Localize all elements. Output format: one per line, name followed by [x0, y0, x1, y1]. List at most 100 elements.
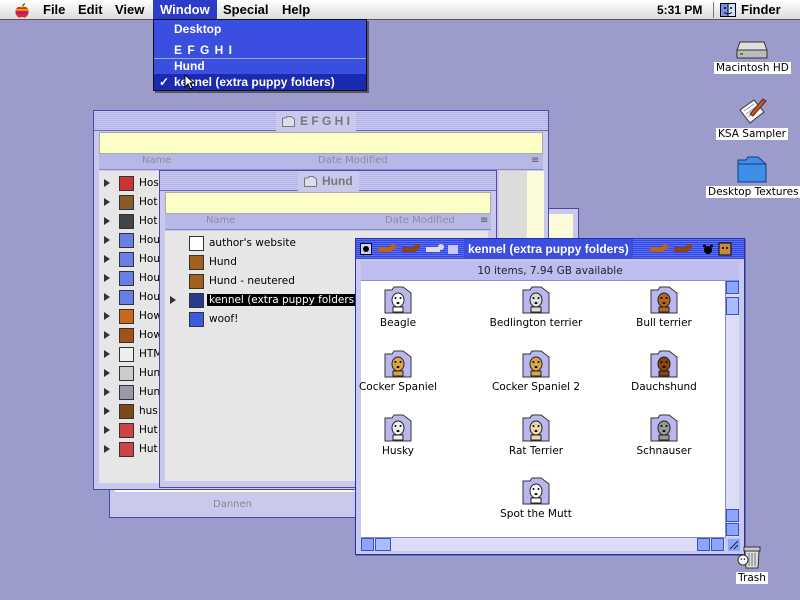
list-item[interactable]: Hou — [99, 250, 159, 269]
folder-item-label: Bedlington terrier — [489, 317, 583, 329]
list-item[interactable]: How — [99, 307, 159, 326]
disclosure-triangle-icon[interactable] — [104, 198, 110, 206]
list-item[interactable]: Hou — [99, 288, 159, 307]
disclosure-triangle-icon[interactable] — [104, 369, 110, 377]
menu-item-efghi[interactable]: E F G H I — [154, 42, 366, 58]
finder-app-icon[interactable] — [720, 3, 736, 17]
column-options-icon[interactable]: ≡ — [480, 215, 488, 226]
disclosure-triangle-icon[interactable] — [104, 312, 110, 320]
list-item[interactable]: How — [99, 326, 159, 345]
folder-item-label: Dauchshund — [631, 381, 697, 393]
vertical-scrollbar[interactable] — [725, 281, 739, 537]
list-item-label: author's website — [209, 237, 296, 249]
disclosure-triangle-icon[interactable] — [104, 255, 110, 263]
desktop-icon-macintosh-hd[interactable]: Macintosh HD — [714, 40, 791, 74]
window-kennel[interactable]: kennel (extra puppy folders) 10 items, 7… — [355, 238, 745, 555]
dog-folder-icon — [384, 350, 412, 378]
desktop-icon-trash[interactable]: Trash — [728, 540, 776, 584]
mouse-cursor-icon — [184, 74, 196, 90]
list-item[interactable]: HTM — [99, 345, 159, 364]
disclosure-triangle-icon[interactable] — [104, 236, 110, 244]
folder-item[interactable]: Dauchshund — [609, 349, 719, 393]
list-item[interactable]: hus — [99, 402, 159, 421]
hard-disk-icon — [736, 41, 768, 59]
dog-folder-icon — [650, 286, 678, 314]
folder-item[interactable]: Cocker Spaniel — [343, 349, 453, 393]
menu-item-desktop[interactable]: Desktop — [154, 21, 366, 37]
list-item[interactable]: Hot — [99, 193, 159, 212]
desktop-icon-label: KSA Sampler — [716, 128, 788, 140]
column-date-modified[interactable]: Date Modified — [318, 155, 388, 166]
desktop-icon-label: Macintosh HD — [714, 62, 791, 74]
disclosure-triangle-icon[interactable] — [104, 445, 110, 453]
menu-window[interactable]: Window — [153, 0, 217, 20]
menu-special[interactable]: Special — [216, 0, 276, 20]
collapse-box-icon[interactable] — [718, 242, 732, 256]
disclosure-triangle-icon[interactable] — [104, 426, 110, 434]
menu-view[interactable]: View — [108, 0, 151, 20]
zoom-box-icon[interactable] — [702, 243, 714, 255]
file-icon — [119, 252, 134, 267]
close-box-icon[interactable] — [360, 243, 372, 255]
disclosure-triangle-icon[interactable] — [104, 179, 110, 187]
folder-item[interactable]: Spot the Mutt — [481, 476, 591, 520]
list-item[interactable]: Hou — [99, 231, 159, 250]
list-item[interactable]: Hot — [99, 212, 159, 231]
menu-clock[interactable]: 5:31 PM — [657, 0, 702, 20]
scroll-thumb[interactable] — [726, 297, 739, 315]
folder-item[interactable]: Bull terrier — [609, 285, 719, 329]
list-item-label: Hou — [139, 234, 159, 246]
folder-item-label: Bull terrier — [636, 317, 692, 329]
scroll-up-button[interactable] — [726, 281, 739, 294]
disclosure-triangle-icon[interactable] — [104, 331, 110, 339]
window-title-bar[interactable]: kennel (extra puppy folders) — [356, 239, 744, 259]
scroll-thumb[interactable] — [375, 538, 391, 551]
scroll-right-button[interactable] — [697, 538, 710, 551]
disclosure-triangle-icon[interactable] — [104, 217, 110, 225]
dog-decoration-icon — [378, 244, 458, 254]
menu-edit[interactable]: Edit — [71, 0, 110, 20]
list-item[interactable]: Hut — [99, 440, 159, 459]
menu-item-hund[interactable]: Hund — [154, 58, 366, 74]
list-item-label: Hou — [139, 253, 159, 265]
desktop-icon-ksa-sampler[interactable]: KSA Sampler — [712, 96, 792, 140]
column-name[interactable]: Name — [206, 215, 236, 226]
folder-item[interactable]: Beagle — [343, 285, 453, 329]
window-header-bar — [165, 192, 491, 214]
disclosure-triangle-icon[interactable] — [170, 296, 176, 304]
horizontal-scrollbar[interactable] — [361, 537, 725, 551]
folder-item[interactable]: Husky — [343, 413, 453, 457]
list-item[interactable]: Hun — [99, 364, 159, 383]
dog-icon — [189, 255, 204, 270]
scroll-right-button[interactable] — [711, 538, 724, 551]
disclosure-triangle-icon[interactable] — [104, 293, 110, 301]
list-item[interactable]: Hun — [99, 383, 159, 402]
folder-item[interactable]: Cocker Spaniel 2 — [481, 349, 591, 393]
column-options-icon[interactable]: ≡ — [531, 155, 539, 166]
apple-menu-icon[interactable] — [14, 3, 30, 18]
folder-icon — [737, 156, 767, 183]
scroll-down-button[interactable] — [726, 523, 739, 536]
column-date-modified[interactable]: Date Modified — [385, 215, 455, 226]
column-header[interactable]: Name Date Modified ≡ — [99, 154, 543, 170]
desktop-icon-desktop-textures[interactable]: Desktop Textures — [706, 154, 800, 198]
app-menu-label[interactable]: Finder — [741, 0, 781, 20]
folder-item[interactable]: Schnauser — [609, 413, 719, 457]
folder-item[interactable]: Rat Terrier — [481, 413, 591, 457]
scroll-left-button[interactable] — [361, 538, 374, 551]
disclosure-triangle-icon[interactable] — [104, 350, 110, 358]
disclosure-triangle-icon[interactable] — [104, 388, 110, 396]
list-item[interactable]: Hut — [99, 421, 159, 440]
list-item-label: How — [139, 329, 159, 341]
list-item[interactable]: Hou — [99, 269, 159, 288]
column-header[interactable]: Name Date Modified ≡ — [165, 214, 491, 230]
disclosure-triangle-icon[interactable] — [104, 274, 110, 282]
folder-item[interactable]: Bedlington terrier — [481, 285, 591, 329]
menu-file[interactable]: File — [36, 0, 72, 20]
menu-help[interactable]: Help — [275, 0, 317, 20]
scroll-down-button[interactable] — [726, 509, 739, 522]
file-icon — [119, 309, 134, 324]
disclosure-triangle-icon[interactable] — [104, 407, 110, 415]
list-item[interactable]: Hos — [99, 174, 159, 193]
column-name[interactable]: Name — [142, 155, 172, 166]
